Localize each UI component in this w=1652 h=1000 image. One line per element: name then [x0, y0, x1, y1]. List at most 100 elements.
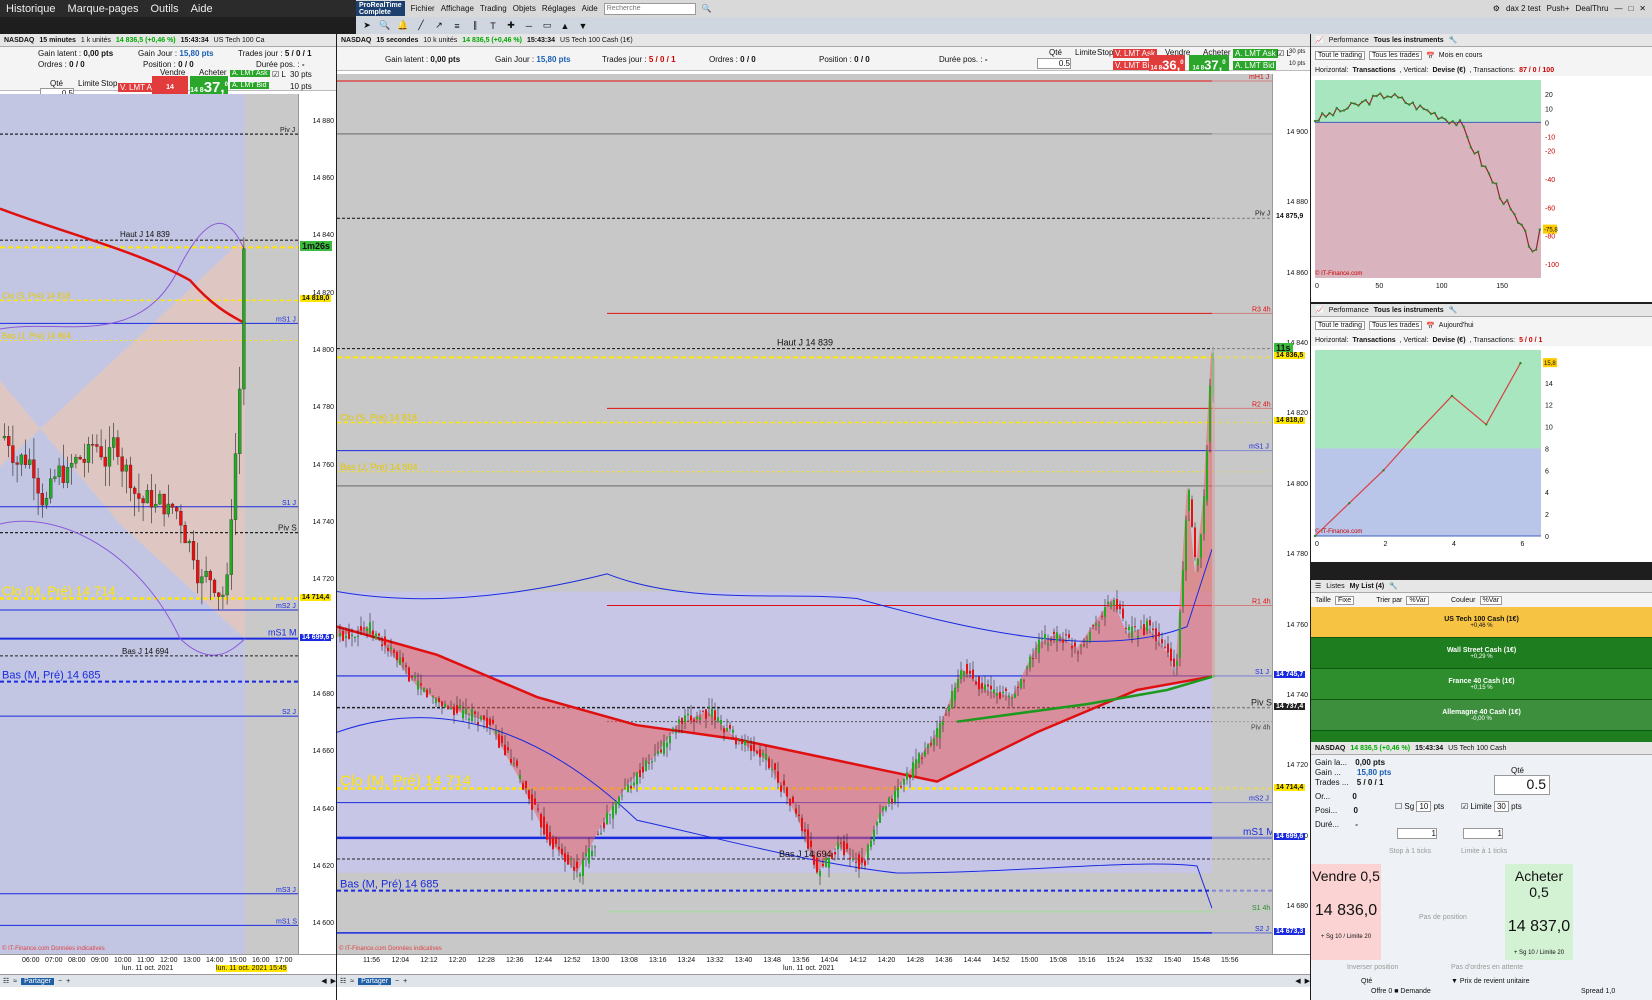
ticket-qty-input[interactable]: 0.5: [1494, 775, 1550, 795]
watchlist-item[interactable]: Allemagne 40 Cash (1€) -0,00 %: [1311, 700, 1652, 731]
settings-icon[interactable]: ⚙: [1493, 4, 1500, 13]
chart-15sec-y-axis[interactable]: 14 900 14 880 14 860 14 840 14 820 14 800 14 7…: [1272, 74, 1310, 954]
buy-lmt-ask-button-main[interactable]: A. LMT Ask: [1233, 49, 1278, 58]
perf2-scope-select[interactable]: Tous les instruments: [1374, 307, 1444, 314]
chart-15min-x-axis[interactable]: 06:00 07:00 08:00 09:00 10:00 11:00 12:00 13:00…: [0, 954, 336, 974]
menu-outils[interactable]: Outils: [150, 3, 178, 15]
watchlist-item[interactable]: Wall Street Cash (1€) +0,29 %: [1311, 638, 1652, 669]
limit-toggle-main[interactable]: Limite: [1075, 48, 1096, 57]
ticket-buy-button[interactable]: Acheter 0,5 14 837,0 + Sg 10 / Limite 20: [1505, 864, 1573, 960]
wrench-icon-3[interactable]: 🔧: [1389, 582, 1398, 590]
sell-price-button[interactable]: 14 836,0: [152, 76, 188, 117]
units-select[interactable]: 1 k unités: [81, 37, 111, 44]
sort-select[interactable]: %Var: [1406, 595, 1429, 605]
maximize-icon[interactable]: □: [1628, 4, 1633, 13]
buy-lmt-bid-button[interactable]: A. LMT Bid: [230, 82, 269, 89]
perf1-scope-select[interactable]: Tous les instruments: [1374, 37, 1444, 44]
ticket-limit-checkbox[interactable]: ☑ Limite 30 pts: [1461, 801, 1522, 812]
buy-price-button[interactable]: 14 837,0: [190, 76, 228, 96]
perf2-chart[interactable]: 161412108642015,80246© IT-Finance.com: [1311, 346, 1652, 562]
hline-icon[interactable]: ─: [522, 21, 536, 31]
calendar-icon-2[interactable]: 📅: [1426, 322, 1435, 330]
wrench-icon-2[interactable]: 🔧: [1449, 306, 1458, 314]
channel-icon[interactable]: ∥: [468, 20, 482, 31]
menu-affichage[interactable]: Affichage: [441, 4, 474, 13]
pts30-field-main[interactable]: 30 pts: [1289, 49, 1305, 55]
push-button[interactable]: Push+: [1547, 4, 1570, 13]
arrow-up-icon[interactable]: ▲: [558, 21, 572, 31]
cursor-icon[interactable]: ➤: [360, 20, 374, 31]
stop-toggle-main[interactable]: Stop: [1097, 48, 1113, 57]
account-name[interactable]: dax 2 test: [1506, 4, 1541, 13]
scroll-right-icon-main[interactable]: ▶: [1305, 977, 1310, 985]
timeframe-select-main[interactable]: 15 secondes: [376, 37, 418, 44]
watchlist-item[interactable]: France 40 Cash (1€) +0,15 %: [1311, 669, 1652, 700]
pts10-field[interactable]: 10 pts: [290, 82, 312, 91]
buy-lmt-bid-button-main[interactable]: A. LMT Bid: [1233, 61, 1277, 70]
stop-toggle[interactable]: Stop: [101, 79, 117, 88]
ticket-reverse-button[interactable]: Inverser position: [1347, 964, 1398, 971]
perf1-trading-select[interactable]: Tout le trading: [1315, 51, 1365, 60]
search-input[interactable]: [603, 2, 696, 15]
scroll-left-icon-main[interactable]: ◀: [1295, 977, 1300, 985]
perf2-trading-select[interactable]: Tout le trading: [1315, 321, 1365, 330]
indicator-icon-main[interactable]: ≈: [350, 978, 354, 985]
text-icon[interactable]: T: [486, 21, 500, 31]
scroll-left-icon[interactable]: ◀: [321, 977, 326, 985]
chart-15sec-x-axis[interactable]: 11:56 12:04 12:12 12:20 12:28 12:36 12:44 12:52…: [337, 954, 1310, 974]
dealthru-button[interactable]: DealThru: [1576, 4, 1609, 13]
sell-price-button-main[interactable]: 14 836,0: [1149, 55, 1185, 72]
search-icon[interactable]: 🔍: [702, 4, 712, 13]
watchlist-item[interactable]: US Tech 100 Cash (1€) +0,46 %: [1311, 607, 1652, 638]
zoom-in-icon-main[interactable]: +: [403, 978, 407, 985]
minimize-icon[interactable]: —: [1614, 4, 1622, 13]
zoom-in-icon[interactable]: +: [66, 978, 70, 985]
zoom-icon[interactable]: 🔍: [378, 20, 392, 31]
ticket-sell-button[interactable]: Vendre 0,5 14 836,0 + Sg 10 / Limite 20: [1311, 864, 1381, 960]
size-select[interactable]: Fixe: [1334, 595, 1355, 605]
chart-15sec-plot[interactable]: mH1 J Piv J R3 4h Haut J 14 839 R2 4h Clo (S,…: [337, 74, 1272, 954]
arrow-down-icon[interactable]: ▼: [576, 21, 590, 31]
limit-toggle[interactable]: Limite: [78, 79, 99, 88]
ticket-stop-stepper[interactable]: 1: [1397, 828, 1437, 839]
color-select[interactable]: %Var: [1479, 595, 1503, 605]
zoom-out-icon[interactable]: −: [58, 978, 62, 985]
perf2-trades-select[interactable]: Tous les trades: [1368, 321, 1423, 330]
perf1-chart[interactable]: 20100-10-20-40-60-80-100-75,80 50 100 150© …: [1311, 76, 1652, 302]
pts30-field[interactable]: 30 pts: [290, 70, 312, 79]
symbol-select[interactable]: NASDAQ: [4, 37, 34, 44]
chart-tools-icon-main[interactable]: ☷: [340, 977, 346, 985]
alert-icon[interactable]: 🔔: [396, 20, 410, 31]
line-icon[interactable]: ╱: [414, 20, 428, 31]
trend-icon[interactable]: ↗: [432, 20, 446, 31]
symbol-select-main[interactable]: NASDAQ: [341, 37, 371, 44]
menu-marque-pages[interactable]: Marque-pages: [68, 3, 139, 15]
rect-icon[interactable]: ▭: [540, 20, 554, 31]
ticket-limit-stepper[interactable]: 1: [1463, 828, 1503, 839]
scroll-right-icon[interactable]: ▶: [331, 977, 336, 985]
menu-aide-app[interactable]: Aide: [582, 4, 598, 13]
l-checkbox[interactable]: ☑ L: [272, 70, 286, 79]
watchlist-select[interactable]: My List (4): [1350, 583, 1385, 590]
timeframe-select[interactable]: 15 minutes: [39, 37, 76, 44]
chart-15min-plot[interactable]: Piv J Haut J 14 839 Clo (S, Pré) 14 818 Bas…: [0, 94, 298, 954]
units-select-main[interactable]: 10 k unités: [423, 37, 457, 44]
perf1-period[interactable]: Mois en cours: [1439, 52, 1483, 59]
indicator-icon[interactable]: ≈: [13, 978, 17, 985]
share-button[interactable]: Partager: [21, 977, 54, 985]
pts10-field-main[interactable]: 10 pts: [1289, 61, 1305, 67]
menu-objets[interactable]: Objets: [513, 4, 536, 13]
chart-tools-icon[interactable]: ☷: [3, 977, 9, 985]
perf2-period[interactable]: Aujourd'hui: [1439, 322, 1474, 329]
menu-aide[interactable]: Aide: [191, 3, 213, 15]
qty-input-main[interactable]: 0.5: [1037, 58, 1071, 69]
menu-historique[interactable]: Historique: [6, 3, 56, 15]
menu-fichier[interactable]: Fichier: [411, 4, 435, 13]
wrench-icon[interactable]: 🔧: [1449, 36, 1458, 44]
ticket-symbol[interactable]: NASDAQ: [1315, 745, 1345, 752]
close-icon[interactable]: ✕: [1639, 4, 1652, 13]
buy-price-button-main[interactable]: 14 837,0: [1189, 55, 1229, 72]
calendar-icon[interactable]: 📅: [1426, 52, 1435, 60]
ticket-sg-checkbox[interactable]: ☐ Sg 10 pts: [1395, 801, 1444, 812]
zoom-out-icon-main[interactable]: −: [395, 978, 399, 985]
